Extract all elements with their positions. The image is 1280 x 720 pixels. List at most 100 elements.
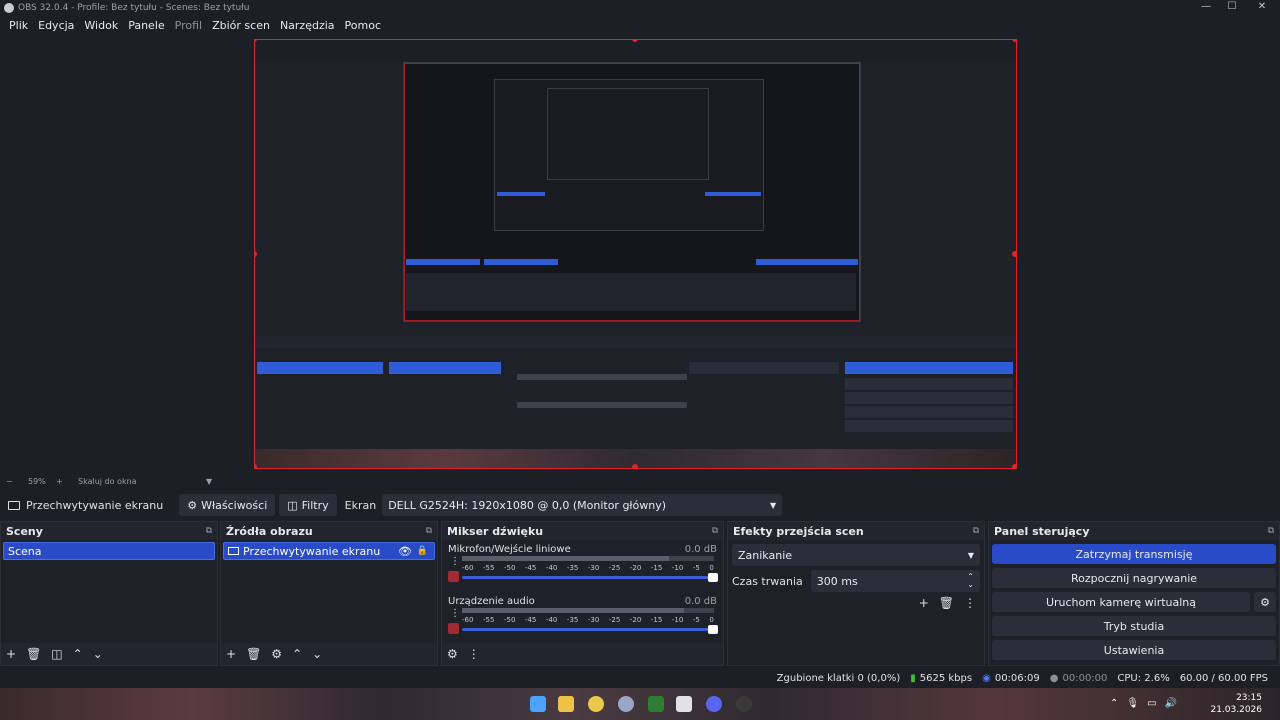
resize-handle-b[interactable] <box>632 464 638 469</box>
undock-icon[interactable]: ⧉ <box>973 526 979 536</box>
preview-canvas[interactable] <box>254 39 1017 469</box>
start-recording-button[interactable]: Rozpocznij nagrywanie <box>992 568 1276 588</box>
arrow-down-icon[interactable]: ⌄ <box>312 647 322 661</box>
undock-icon[interactable]: ⧉ <box>1268 526 1274 536</box>
zoom-mode-select[interactable]: Skaluj do okna <box>78 477 206 486</box>
trash-icon[interactable]: 🗑 <box>246 647 261 661</box>
add-icon[interactable]: + <box>6 647 16 661</box>
transition-select[interactable]: Zanikanie ▼ <box>732 544 980 566</box>
selected-source-name: Przechwytywanie ekranu <box>26 498 164 512</box>
meter-tick-label: -30 <box>587 564 600 572</box>
zoom-out-button[interactable]: − <box>6 477 20 486</box>
arrow-up-icon[interactable]: ⌃ <box>292 647 302 661</box>
stream-timer: ◉ 00:06:09 <box>982 673 1040 684</box>
clock[interactable]: 23:15 21.03.2026 <box>1210 692 1262 716</box>
meter-tick-label: -50 <box>503 564 516 572</box>
scene-item[interactable]: Scena <box>3 542 215 560</box>
app-icon[interactable] <box>676 696 692 712</box>
menu-plik[interactable]: Plik <box>4 19 33 32</box>
properties-button[interactable]: ⚙ Właściwości <box>179 494 276 516</box>
transitions-title: Efekty przejścia scen <box>733 524 864 538</box>
volume-slider[interactable] <box>462 625 718 634</box>
file-explorer-icon[interactable] <box>558 696 574 712</box>
menu-panele[interactable]: Panele <box>123 19 169 32</box>
network-icon[interactable]: ▭ <box>1147 698 1156 709</box>
chevron-down-icon: ▼ <box>967 550 974 560</box>
volume-icon[interactable]: 🔊 <box>1165 698 1177 709</box>
mute-toggle-icon[interactable] <box>448 623 459 634</box>
menu-narzedzia[interactable]: Narzędzia <box>275 19 340 32</box>
stop-streaming-button[interactable]: Zatrzymaj transmisję <box>992 544 1276 564</box>
advanced-audio-icon[interactable]: ⚙ <box>447 647 458 661</box>
menu-edycja[interactable]: Edycja <box>33 19 79 32</box>
windows-taskbar: ⌃ 🎙 ▭ 🔊 23:15 21.03.2026 <box>0 688 1280 720</box>
virtual-cam-row: Uruchom kamerę wirtualną ⚙ <box>992 592 1276 612</box>
meter-tick-label: -15 <box>650 616 663 624</box>
meter-tick-label: -5 <box>692 616 700 624</box>
start-virtual-camera-button[interactable]: Uruchom kamerę wirtualną <box>992 592 1250 612</box>
volume-meter <box>462 608 714 613</box>
app-icon[interactable] <box>618 696 634 712</box>
app-icon[interactable] <box>648 696 664 712</box>
meter-tick-label: -40 <box>545 616 558 624</box>
filters-button[interactable]: ◫ Filtry <box>279 494 337 516</box>
eye-icon[interactable]: 👁 <box>398 545 412 558</box>
more-options-icon[interactable]: ⋮ <box>450 608 460 619</box>
chrome-icon[interactable] <box>588 696 604 712</box>
screen-select[interactable]: DELL G2524H: 1920x1080 @ 0,0 (Monitor gł… <box>382 494 783 516</box>
meter-tick-label: 0 <box>709 564 714 572</box>
studio-mode-button[interactable]: Tryb studia <box>992 616 1276 636</box>
microphone-icon[interactable]: 🎙 <box>1126 698 1139 709</box>
lock-icon[interactable]: 🔒 <box>417 546 428 556</box>
duration-input[interactable]: 300 ms ⌃ ⌄ <box>810 570 980 592</box>
bitrate-value: 5625 kbps <box>919 672 973 684</box>
trash-icon[interactable]: 🗑 <box>26 647 41 661</box>
menu-pomoc[interactable]: Pomoc <box>340 19 386 32</box>
track-db: 0.0 dB <box>684 544 717 555</box>
more-options-icon[interactable]: ⋮ <box>964 596 976 610</box>
properties-label: Właściwości <box>201 498 268 512</box>
meter-tick-label: -55 <box>482 564 495 572</box>
arrow-up-icon[interactable]: ⌃ <box>73 647 83 661</box>
record-time: 00:00:00 <box>1062 672 1108 684</box>
mute-toggle-icon[interactable] <box>448 571 459 582</box>
add-icon[interactable]: + <box>919 596 929 610</box>
undock-icon[interactable]: ⧉ <box>206 526 212 536</box>
zoom-in-button[interactable]: + <box>56 477 70 486</box>
resize-handle-r[interactable] <box>1012 251 1017 257</box>
arrow-down-icon[interactable]: ⌄ <box>93 647 103 661</box>
undock-icon[interactable]: ⧉ <box>712 526 718 536</box>
more-options-icon[interactable]: ⋮ <box>468 647 480 661</box>
more-options-icon[interactable]: ⋮ <box>450 556 460 567</box>
chevron-down-icon[interactable]: ▼ <box>206 477 212 486</box>
controls-title: Panel sterujący <box>994 524 1090 538</box>
discord-icon[interactable] <box>706 696 722 712</box>
settings-button[interactable]: Ustawienia <box>992 640 1276 660</box>
menu-widok[interactable]: Widok <box>79 19 123 32</box>
add-icon[interactable]: + <box>226 647 236 661</box>
trash-icon[interactable]: 🗑 <box>939 596 954 610</box>
volume-slider[interactable] <box>462 573 718 582</box>
resize-handle-br[interactable] <box>1012 464 1017 469</box>
meter-tick-label: -35 <box>566 616 579 624</box>
mixer-track-mic: Mikrofon/Wejście liniowe 0.0 dB ⋮ -60 -55… <box>448 544 718 588</box>
gear-icon[interactable]: ⚙ <box>1254 592 1276 612</box>
meter-ticks: -60 -55 -50 -45 -40 -35 -30 -25 -20 -15 -10 -5 0 <box>462 564 714 572</box>
chevron-up-icon[interactable]: ⌃ <box>1110 698 1118 709</box>
menu-zbior-scen[interactable]: Zbiór scen <box>207 19 275 32</box>
resize-handle-bl[interactable] <box>254 464 257 469</box>
menu-profil[interactable]: Profil <box>170 19 207 32</box>
obs-taskbar-icon[interactable] <box>736 696 752 712</box>
source-item[interactable]: Przechwytywanie ekranu 👁 🔒 <box>223 542 435 560</box>
track-db: 0.0 dB <box>684 596 717 607</box>
filter-icon[interactable]: ◫ <box>51 647 62 661</box>
resize-handle-tr[interactable] <box>1012 39 1017 42</box>
windows-start-icon[interactable] <box>530 696 546 712</box>
record-timer: ● 00:00:00 <box>1050 673 1108 684</box>
close-button[interactable]: ✕ <box>1244 0 1280 16</box>
gear-icon[interactable]: ⚙ <box>271 647 282 661</box>
meter-tick-label: 0 <box>709 616 714 624</box>
spin-arrows-icon[interactable]: ⌃ ⌄ <box>967 573 974 589</box>
volume-meter <box>462 556 714 561</box>
undock-icon[interactable]: ⧉ <box>426 526 432 536</box>
